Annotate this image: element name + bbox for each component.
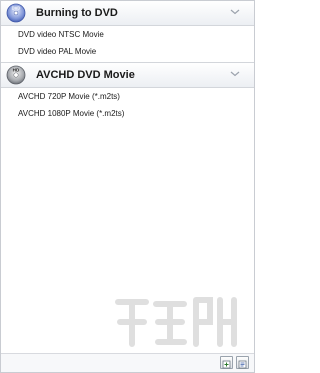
chevron-collapse-icon[interactable]	[230, 70, 240, 78]
add-profile-button[interactable]	[220, 356, 233, 369]
edit-icon	[238, 360, 247, 369]
item-label: DVD video PAL Movie	[18, 47, 97, 56]
svg-text:DVD: DVD	[12, 6, 21, 11]
avchd-disc-icon: HD	[6, 65, 26, 85]
category-title: AVCHD DVD Movie	[36, 69, 135, 81]
category-header-avchd-dvd-movie[interactable]: HD AVCHD DVD Movie	[1, 62, 254, 88]
watermark-logo	[115, 297, 237, 347]
dvd-disc-icon: DVD	[6, 3, 26, 23]
category-title: Burning to DVD	[36, 7, 118, 19]
edit-profile-button[interactable]	[236, 356, 249, 369]
category-header-burning-to-dvd[interactable]: DVD Burning to DVD	[1, 1, 254, 26]
list-item-dvd-ntsc[interactable]: DVD video NTSC Movie	[1, 26, 254, 44]
item-label: AVCHD 720P Movie (*.m2ts)	[18, 92, 120, 101]
bottom-toolbar	[1, 353, 254, 372]
item-label: DVD video NTSC Movie	[18, 30, 104, 39]
list-item-avchd-720p[interactable]: AVCHD 720P Movie (*.m2ts)	[1, 88, 254, 106]
chevron-collapse-icon[interactable]	[230, 8, 240, 16]
profile-list-panel: DVD Burning to DVD DVD video NTSC Movie …	[0, 0, 255, 373]
svg-text:HD: HD	[13, 68, 20, 73]
list-item-avchd-1080p[interactable]: AVCHD 1080P Movie (*.m2ts)	[1, 105, 254, 123]
add-icon	[222, 360, 231, 369]
item-label: AVCHD 1080P Movie (*.m2ts)	[18, 109, 125, 118]
list-item-dvd-pal[interactable]: DVD video PAL Movie	[1, 43, 254, 61]
